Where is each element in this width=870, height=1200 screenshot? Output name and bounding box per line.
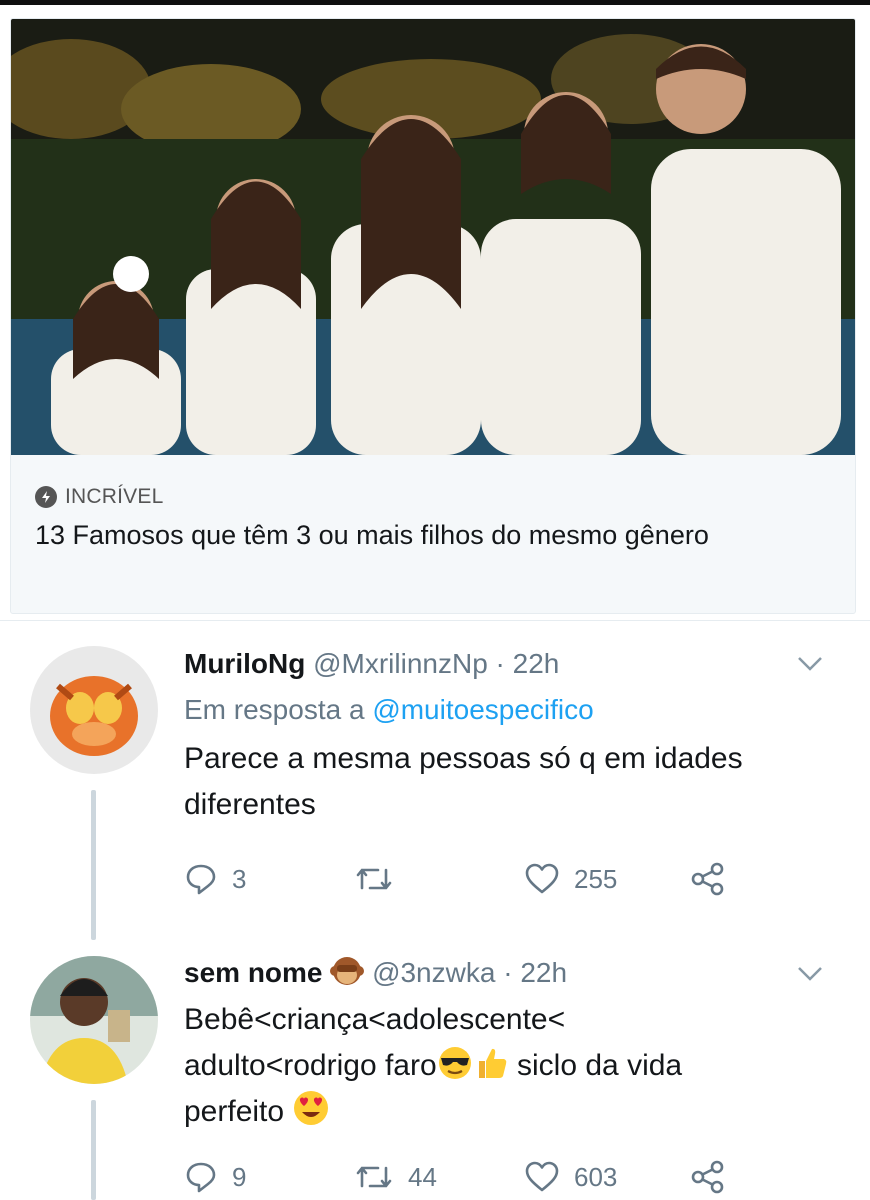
card-image[interactable] [11, 19, 855, 455]
link-card[interactable]: INCRÍVEL 13 Famosos que têm 3 ou mais fi… [10, 18, 856, 614]
handle[interactable]: @3nzwka [372, 957, 495, 988]
reply-count: 3 [232, 863, 247, 894]
chevron-down-icon[interactable] [796, 964, 824, 984]
tweet-text-segment: adulto<rodrigo faro [184, 1049, 437, 1082]
separator-dot: · [503, 957, 513, 988]
chevron-down-icon[interactable] [796, 654, 824, 674]
like-count: 603 [574, 1161, 618, 1192]
share-action[interactable] [690, 862, 726, 896]
share-icon [691, 862, 724, 896]
separator-dot: · [495, 648, 505, 679]
reply-action[interactable]: 3 [184, 862, 246, 896]
card-title[interactable]: 13 Famosos que têm 3 ou mais filhos do m… [35, 515, 835, 555]
retweet-count: 44 [408, 1161, 437, 1192]
sunglasses-emoji-icon [438, 1047, 471, 1079]
thread-line [91, 790, 96, 940]
card-source: INCRÍVEL [65, 485, 164, 508]
lightning-icon [35, 486, 57, 508]
avatar[interactable] [30, 646, 158, 774]
like-action[interactable]: 255 [524, 862, 617, 896]
like-action[interactable]: 603 [524, 1160, 617, 1194]
heart-eyes-emoji-icon [294, 1091, 329, 1125]
tweet-header: MuriloNg @MxrilinnzNp · 22h [184, 646, 824, 682]
display-name[interactable]: sem nome [184, 957, 323, 988]
reply-icon [186, 1162, 216, 1193]
reply-to-link[interactable]: @muitoespecifico [372, 694, 593, 725]
heart-icon [525, 863, 559, 894]
reply-count: 9 [232, 1161, 247, 1192]
tweet-header: sem nome @3nzwka · 22h [184, 954, 824, 991]
top-bar [0, 0, 870, 5]
tweet-actions: 9 44 603 [184, 1160, 744, 1200]
retweet-icon [356, 1166, 392, 1188]
reply-action[interactable]: 9 [184, 1160, 246, 1194]
heart-icon [525, 1161, 559, 1192]
tweet-text-segment: siclo da vida [517, 1049, 683, 1082]
thread-line [91, 1100, 96, 1200]
tweet-text: Parece a mesma pessoas só q em idades di… [184, 742, 743, 821]
share-icon [691, 1160, 724, 1194]
reply-prefix: Em resposta a [184, 694, 365, 725]
timestamp[interactable]: 22h [513, 648, 560, 679]
tweet-body: MuriloNg @MxrilinnzNp · 22h Em resposta … [184, 646, 824, 828]
tweet-text-line: Bebê<criança<adolescente< [184, 1003, 566, 1036]
reply-icon [186, 864, 216, 895]
retweet-icon [356, 868, 392, 890]
divider [0, 620, 870, 621]
handle[interactable]: @MxrilinnzNp [313, 648, 488, 679]
timestamp[interactable]: 22h [520, 957, 567, 988]
retweet-action[interactable] [354, 862, 408, 896]
tweet-text: Bebê<criança<adolescente< adulto<rodrigo… [184, 997, 804, 1135]
tweet-body: sem nome @3nzwka · 22h Bebê<criança<adol… [184, 954, 824, 1135]
tweet-text-line: perfeito [184, 1089, 804, 1135]
tweet-actions: 3 255 [184, 862, 744, 902]
display-name[interactable]: MuriloNg [184, 648, 305, 679]
tweet-text-segment: perfeito [184, 1095, 285, 1128]
avatar[interactable] [30, 956, 158, 1084]
monkey-emoji-icon [330, 957, 365, 985]
card-meta: INCRÍVEL [35, 485, 163, 509]
family-photo [11, 19, 855, 455]
tweet-text-line: adulto<rodrigo faro siclo da vida [184, 1043, 804, 1089]
retweet-action[interactable]: 44 [354, 1160, 437, 1194]
reply-context: Em resposta a @muitoespecifico [184, 690, 824, 730]
thumbs-up-emoji-icon [478, 1048, 506, 1078]
share-action[interactable] [690, 1160, 726, 1194]
like-count: 255 [574, 863, 618, 894]
